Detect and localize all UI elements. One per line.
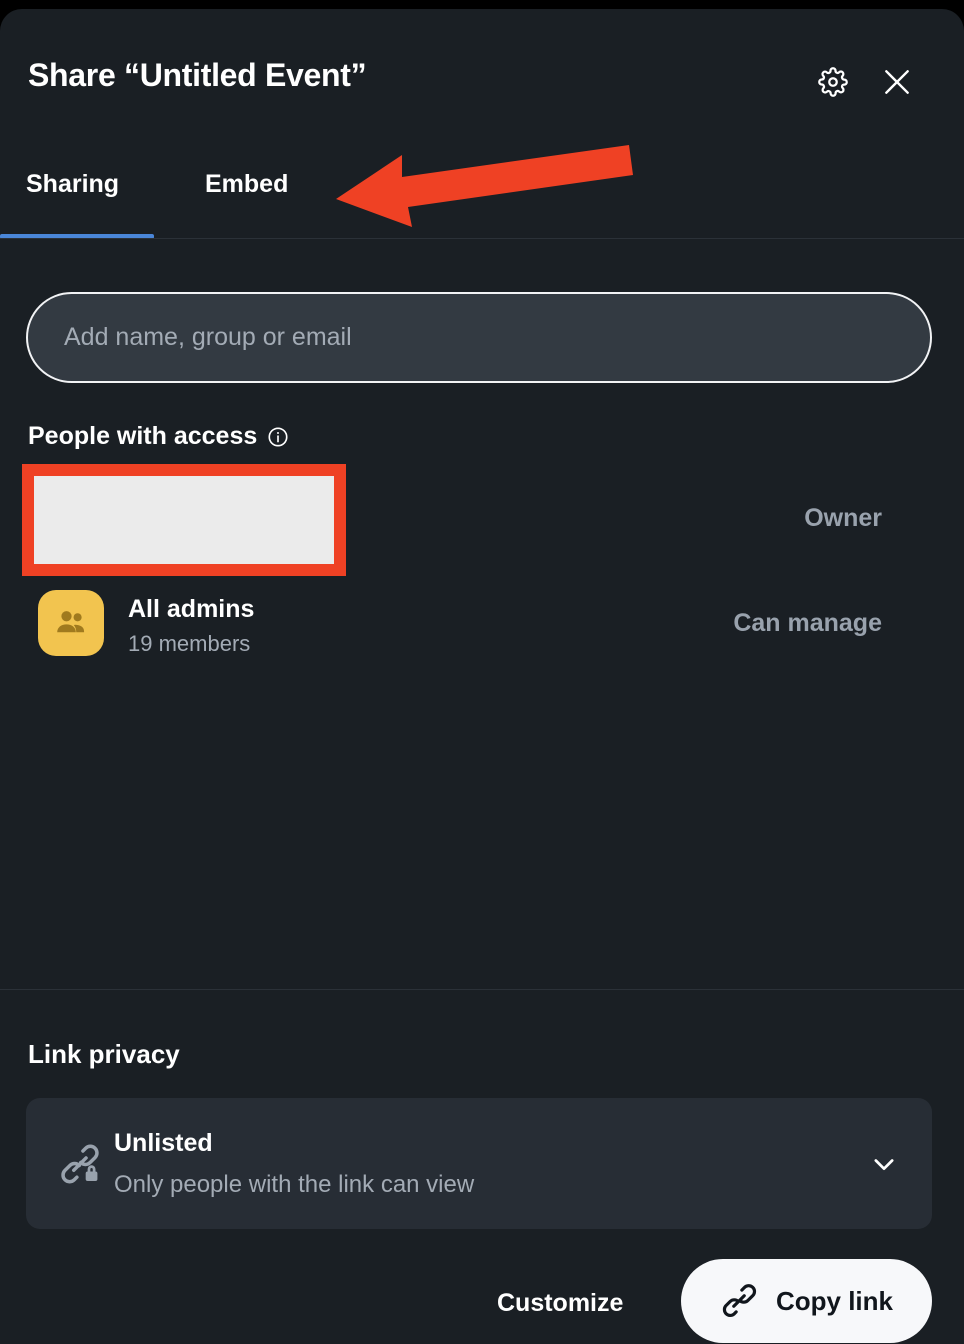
tab-bar-divider <box>0 238 964 239</box>
add-people-input[interactable] <box>26 292 932 383</box>
people-with-access-label: People with access <box>28 422 258 450</box>
list-item-title: All admins <box>128 595 255 623</box>
link-privacy-heading: Link privacy <box>28 1039 180 1069</box>
tab-sharing[interactable]: Sharing <box>26 146 119 240</box>
tab-bar: Sharing Embed <box>0 146 964 240</box>
link-privacy-dropdown-toggle[interactable] <box>864 1146 904 1182</box>
gear-icon <box>818 67 848 97</box>
share-dialog: Share “Untitled Event” Sharing Embed Peo… <box>0 9 964 1344</box>
tab-embed[interactable]: Embed <box>205 146 288 240</box>
table-row[interactable]: All admins 19 members Can manage <box>0 587 964 667</box>
link-privacy-selector[interactable]: Unlisted Only people with the link can v… <box>26 1098 932 1229</box>
settings-button[interactable] <box>812 61 854 103</box>
section-divider <box>0 989 964 990</box>
link-privacy-option-description: Only people with the link can view <box>114 1171 475 1198</box>
chevron-down-icon <box>874 1159 894 1171</box>
close-button[interactable] <box>876 61 918 103</box>
role-label-owner[interactable]: Owner <box>804 504 882 533</box>
link-lock-icon <box>61 1144 99 1184</box>
customize-button[interactable]: Customize <box>487 1281 633 1326</box>
people-group-icon <box>57 611 85 633</box>
dialog-header: Share “Untitled Event” <box>0 9 964 146</box>
page-title: Share “Untitled Event” <box>28 57 367 93</box>
avatar <box>38 590 104 656</box>
info-icon[interactable] <box>267 426 289 448</box>
link-privacy-option-name: Unlisted <box>114 1129 213 1157</box>
copy-link-label: Copy link <box>775 1285 893 1316</box>
redacted-owner-name <box>22 464 346 576</box>
tab-embed-label: Embed <box>205 170 289 198</box>
people-with-access-heading: People with access <box>28 422 289 451</box>
role-label-can-manage[interactable]: Can manage <box>733 609 882 638</box>
copy-link-button[interactable]: Copy link <box>681 1259 932 1343</box>
list-item-subtitle: 19 members <box>128 631 251 656</box>
tab-sharing-label: Sharing <box>26 170 120 198</box>
close-icon <box>885 70 909 94</box>
table-row[interactable]: Owner <box>0 464 964 576</box>
link-icon <box>722 1284 757 1317</box>
link-lock-icon-wrap <box>56 1140 104 1188</box>
